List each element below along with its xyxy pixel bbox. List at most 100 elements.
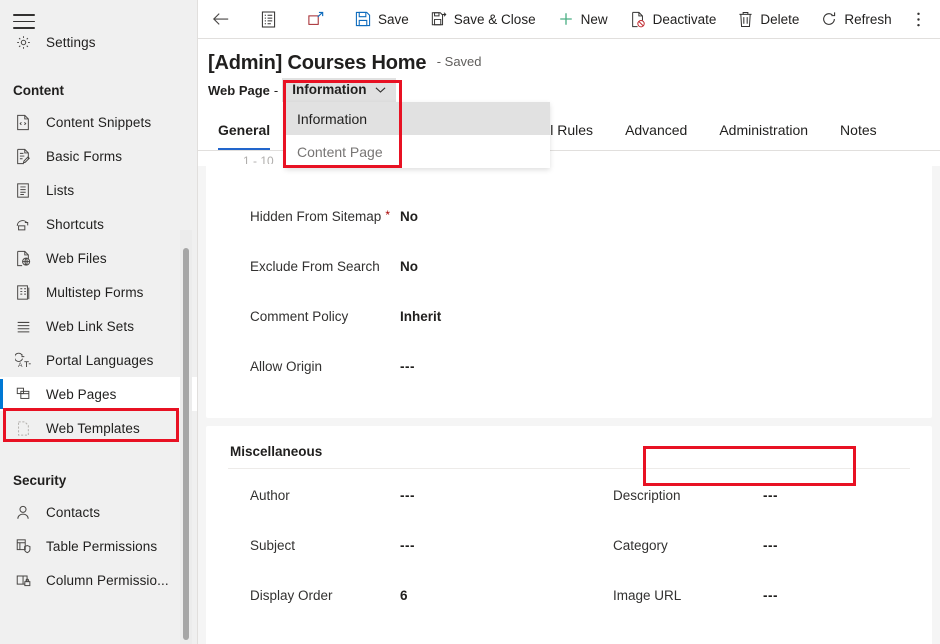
menu-item-information[interactable]: Information — [285, 102, 550, 135]
sidebar-item-label: Contacts — [46, 505, 100, 520]
field-row: Allow Origin --- — [206, 356, 932, 406]
page-title: [Admin] Courses Home — [208, 52, 426, 75]
sidebar-item-web-templates[interactable]: Web Templates — [0, 411, 197, 445]
plus-icon — [558, 11, 574, 27]
sidebar-item-web-files[interactable]: Web Files — [0, 241, 197, 275]
tab-label: General — [218, 122, 270, 138]
field-image-url: Image URL --- — [569, 585, 932, 635]
sidebar-group-security: Security — [0, 465, 197, 495]
field-row: Exclude From Search No — [206, 256, 932, 306]
field-label-text: Hidden From Sitemap — [250, 209, 381, 224]
table-shield-icon — [12, 536, 34, 556]
shortcut-icon — [12, 214, 34, 234]
tab-general[interactable]: General — [208, 110, 286, 150]
command-bar: Save Save & Close New — [198, 0, 940, 39]
tab-administration[interactable]: Administration — [703, 110, 824, 150]
field-exclude-from-search: Exclude From Search No — [206, 256, 569, 306]
open-in-new-window-button[interactable] — [295, 0, 344, 39]
field-row: Hidden From Sitemap * No — [206, 206, 932, 256]
field-category: Category --- — [569, 535, 932, 585]
web-file-icon — [12, 248, 34, 268]
field-value[interactable]: Inherit — [400, 306, 441, 326]
table-row: Author --- Description --- — [206, 485, 932, 535]
field-value[interactable]: --- — [763, 535, 778, 555]
form-button[interactable] — [249, 0, 295, 39]
sidebar-item-label: Web Templates — [46, 421, 140, 436]
table-row: Subject --- Category --- — [206, 535, 932, 585]
gear-icon — [12, 32, 34, 52]
sidebar-item-column-permissions[interactable]: Column Permissio... — [0, 563, 197, 597]
field-label: Image URL — [613, 585, 763, 605]
sidebar-item-lists[interactable]: Lists — [0, 173, 197, 207]
main-content: Save Save & Close New — [197, 0, 940, 644]
sidebar-item-basic-forms[interactable]: Basic Forms — [0, 139, 197, 173]
field-comment-policy: Comment Policy Inherit — [206, 306, 569, 356]
sidebar-item-content-snippets[interactable]: Content Snippets — [0, 105, 197, 139]
sidebar-item-label: Multistep Forms — [46, 285, 144, 300]
field-label: Author — [250, 485, 400, 505]
deactivate-button[interactable]: Deactivate — [619, 0, 728, 39]
sidebar-item-shortcuts[interactable]: Shortcuts — [0, 207, 197, 241]
sidebar-item-label: Lists — [46, 183, 74, 198]
field-label: Subject — [250, 535, 400, 555]
entity-subheader: Web Page - Information — [208, 78, 940, 102]
sidebar-item-multistep-forms[interactable]: Multistep Forms — [0, 275, 197, 309]
subheader-separator: - — [274, 83, 278, 98]
sidebar-item-label: Table Permissions — [46, 539, 157, 554]
form-section-general: Hidden From Sitemap * No Exclude From Se… — [206, 166, 932, 418]
sidebar-item-web-pages[interactable]: Web Pages — [0, 377, 197, 411]
sidebar-group-content: Content — [0, 75, 197, 105]
svg-text:A: A — [18, 361, 23, 368]
sidebar-item-table-permissions[interactable]: Table Permissions — [0, 529, 197, 563]
menu-item-label: Content Page — [297, 144, 383, 160]
field-value[interactable]: No — [400, 256, 418, 276]
refresh-icon — [821, 11, 837, 27]
save-status: - Saved — [437, 54, 482, 69]
form-edit-icon — [12, 146, 34, 166]
field-description: Description --- — [569, 485, 932, 535]
delete-button[interactable]: Delete — [727, 0, 810, 39]
back-button[interactable] — [200, 0, 249, 39]
save-and-close-icon — [431, 11, 447, 27]
new-button[interactable]: New — [547, 0, 619, 39]
tab-notes[interactable]: Notes — [824, 110, 893, 150]
field-hidden-from-sitemap: Hidden From Sitemap * No — [206, 206, 569, 256]
save-and-close-label: Save & Close — [454, 12, 536, 27]
tab-advanced[interactable]: Advanced — [609, 110, 703, 150]
field-value[interactable]: --- — [400, 485, 415, 505]
form-selector-menu: Information Content Page — [285, 102, 550, 168]
delete-label: Delete — [760, 12, 799, 27]
field-value[interactable]: --- — [763, 485, 778, 505]
trash-icon — [738, 11, 753, 28]
field-value[interactable]: No — [400, 206, 418, 226]
sidebar-item-settings[interactable]: Settings — [0, 25, 197, 59]
form-body[interactable]: Hidden From Sitemap * No Exclude From Se… — [198, 166, 940, 644]
field-label: Display Order — [250, 585, 400, 605]
save-button[interactable]: Save — [344, 0, 420, 39]
sidebar-item-contacts[interactable]: Contacts — [0, 495, 197, 529]
field-value[interactable]: 6 — [400, 585, 408, 605]
sidebar-item-label: Shortcuts — [46, 217, 104, 232]
field-value[interactable]: --- — [400, 356, 415, 376]
sidebar-item-label: Settings — [46, 35, 96, 50]
save-and-close-button[interactable]: Save & Close — [420, 0, 547, 39]
refresh-button[interactable]: Refresh — [810, 0, 902, 39]
column-lock-icon — [12, 570, 34, 590]
sidebar-item-portal-languages[interactable]: A Portal Languages — [0, 343, 197, 377]
section-title: Miscellaneous — [206, 426, 932, 468]
form-selector-label: Information — [292, 82, 366, 97]
field-label: Hidden From Sitemap * — [250, 206, 400, 226]
sidebar-item-label: Web Files — [46, 251, 107, 266]
deactivate-label: Deactivate — [653, 12, 717, 27]
menu-item-content-page[interactable]: Content Page — [285, 135, 550, 168]
overflow-menu-button[interactable] — [903, 0, 940, 39]
form-selector-dropdown[interactable]: Information — [282, 78, 396, 102]
multistep-form-icon — [12, 282, 34, 302]
field-value[interactable]: --- — [400, 535, 415, 555]
menu-item-label: Information — [297, 111, 367, 127]
sidebar-scrollbar-thumb[interactable] — [183, 248, 189, 640]
field-value[interactable]: --- — [763, 585, 778, 605]
refresh-label: Refresh — [844, 12, 891, 27]
field-label: Category — [613, 535, 763, 555]
sidebar-item-web-link-sets[interactable]: Web Link Sets — [0, 309, 197, 343]
